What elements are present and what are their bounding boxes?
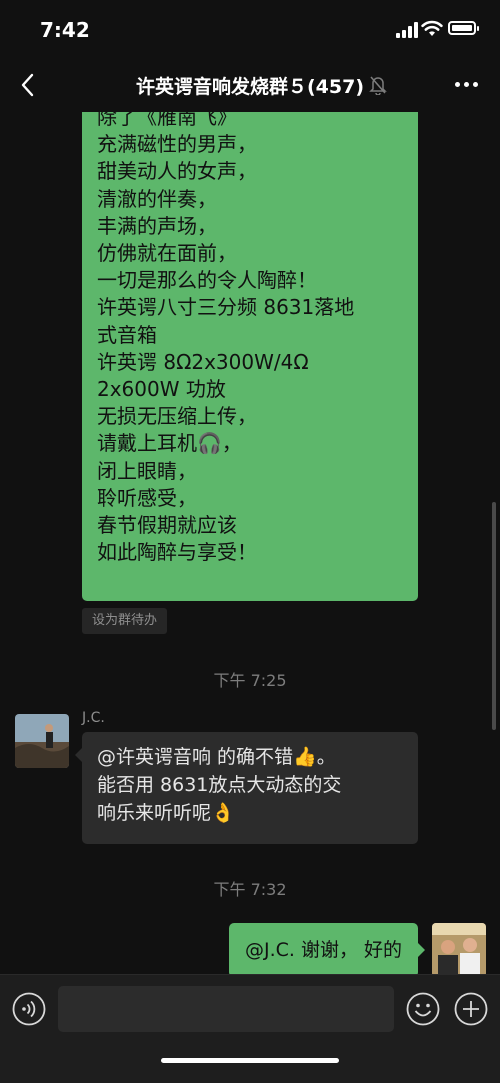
wifi-icon: [421, 20, 443, 36]
plus-icon[interactable]: [454, 992, 488, 1026]
cellular-signal-icon: [396, 22, 418, 38]
message-line: 式音箱: [97, 322, 157, 347]
status-bar: 7:42: [0, 0, 500, 58]
message-line: 丰满的声场，: [97, 213, 217, 238]
message-line: 响乐来听听呢👌: [97, 802, 235, 824]
emoji-icon[interactable]: [406, 992, 440, 1026]
received-message-bubble[interactable]: @许英谔音响 的确不错👍。 能否用 8631放点大动态的交 响乐来听听呢👌: [75, 732, 418, 844]
message-line: 许英谔八寸三分频 8631落地: [97, 295, 355, 320]
avatar-image: [15, 714, 69, 768]
message-input[interactable]: [58, 986, 394, 1032]
bell-slash-icon: [369, 76, 387, 95]
battery-icon: [448, 21, 479, 35]
message-list[interactable]: 除了《雁南飞》 充满磁性的男声， 甜美动人的女声， 清澈的伴奏， 丰满的声场， …: [0, 112, 500, 974]
message-line: 聆听感受，: [97, 485, 197, 510]
message-line: 一切是那么的令人陶醉！: [97, 268, 317, 293]
message-line: 闭上眼睛，: [97, 458, 197, 483]
message-line: 能否用 8631放点大动态的交: [97, 774, 342, 796]
avatar[interactable]: [15, 714, 69, 768]
message-line: 清澈的伴奏，: [97, 186, 217, 211]
long-message-bubble[interactable]: 除了《雁南飞》 充满磁性的男声， 甜美动人的女声， 清澈的伴奏， 丰满的声场， …: [82, 112, 418, 601]
message-line: 仿佛就在面前，: [97, 241, 237, 266]
message-line: 2x600W 功放: [97, 377, 226, 402]
message-timestamp: 下午 7:25: [213, 671, 287, 690]
message-line: 无损无压缩上传，: [97, 404, 257, 429]
message-line: @许英谔音响 的确不错👍。: [97, 746, 336, 768]
message-timestamp: 下午 7:32: [213, 880, 287, 899]
home-indicator[interactable]: [161, 1058, 339, 1063]
message-line: 充满磁性的男声，: [97, 132, 257, 157]
message-line: 请戴上耳机🎧，: [97, 431, 242, 456]
avatar-image: [432, 923, 486, 974]
message-line: 如此陶醉与享受！: [97, 540, 257, 565]
message-line: 甜美动人的女声，: [97, 159, 257, 184]
status-time: 7:42: [40, 18, 90, 42]
more-dots-icon[interactable]: [452, 72, 482, 96]
sent-message-bubble[interactable]: @J.C. 谢谢， 好的: [228, 923, 426, 974]
message-line: 春节假期就应该: [97, 513, 237, 538]
chat-header: 许英谔音响发烧群５(457): [0, 58, 500, 112]
set-group-todo-button[interactable]: 设为群待办: [82, 608, 168, 634]
voice-input-icon[interactable]: [12, 992, 46, 1026]
scrollbar[interactable]: [492, 502, 496, 730]
sender-name: J.C.: [82, 710, 105, 726]
input-bar: [0, 974, 500, 1083]
message-line: 许英谔 8Ω2x300W/4Ω: [97, 349, 309, 374]
avatar[interactable]: [432, 923, 486, 974]
message-line: 除了《雁南飞》: [97, 112, 237, 129]
chat-title: 许英谔音响发烧群５(457): [135, 76, 365, 98]
